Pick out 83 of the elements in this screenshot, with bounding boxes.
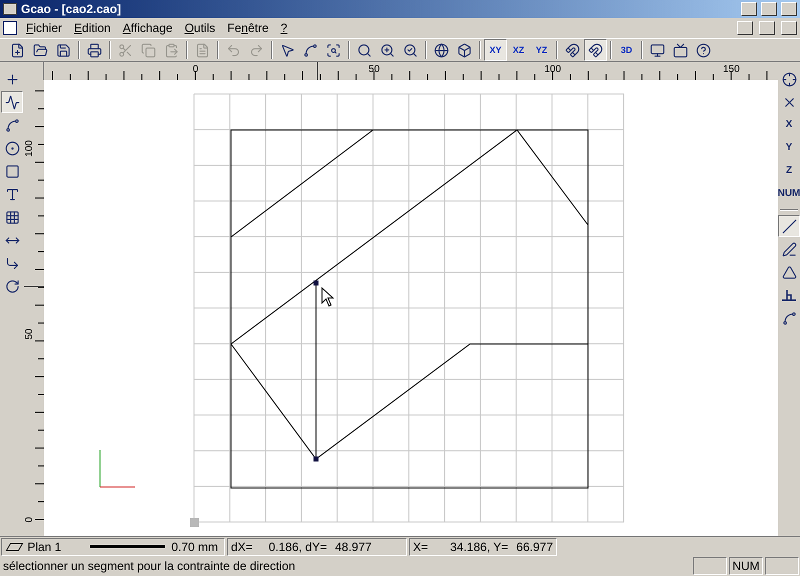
tool-button[interactable]: Z [778,160,800,182]
ruler-label: 0 [192,64,198,75]
cut-icon [118,42,133,58]
save-icon [56,42,71,58]
tool-button[interactable]: X [778,114,800,136]
status-pane [765,557,799,575]
ruler-label: 50 [24,328,35,340]
zoom-window-icon [326,42,341,58]
magnet-icon [588,42,603,58]
paste-icon [164,42,179,58]
status-message: sélectionner un segment pour la contrainte de direction [2,558,296,575]
status-pane [693,557,727,575]
help-icon [696,42,711,58]
origin-marker [190,518,199,527]
monitor-icon [650,42,665,58]
curve-icon [303,42,318,58]
undo-icon [226,42,241,58]
view-button[interactable]: YZ [530,39,553,61]
document-icon [3,21,17,35]
polyline-icon [4,94,20,110]
text-tool-icon [4,186,20,202]
tool-button[interactable]: Y [778,137,800,159]
readout-value: 0.186, dY= [268,538,327,556]
view-button[interactable]: XZ [507,39,530,61]
tangent-icon [782,310,796,326]
toolbar-button[interactable] [584,39,607,61]
close-button[interactable] [781,21,797,35]
selected-segment[interactable] [314,280,318,462]
open-folder-icon [33,42,48,58]
copy-icon [141,42,156,58]
rectangle-icon [4,164,20,178]
tool-button[interactable] [778,215,800,237]
new-file-icon [10,42,25,58]
zoom-select-icon [403,42,418,58]
document-icon [195,42,210,58]
circle-icon [4,140,20,156]
maximize-button[interactable] [761,2,777,16]
menu-item[interactable]: ? [278,19,290,37]
rotate-icon [4,278,20,294]
readout-label: dX= [231,538,254,556]
menu-item[interactable]: Fenêtre [224,19,272,37]
num-lock-indicator: NUM [729,557,763,575]
snap-point-icon [782,72,796,86]
perpendicular-base-icon [782,289,796,301]
minimize-button[interactable] [741,2,757,16]
minimize-button[interactable] [737,21,753,35]
cursor-icon [322,286,334,307]
readout-label: X= [413,538,430,556]
readout-value: 48.977 [335,538,372,556]
line-width: 0.70 mm [171,538,218,556]
menu-item[interactable]: Outils [182,19,218,37]
close-button[interactable] [781,2,797,16]
zoom-icon [357,42,372,58]
readout-value: 34.186, Y= [449,538,508,556]
ruler-label: 100 [24,140,35,157]
magnet-icon [565,42,580,58]
layer-icon [6,542,24,550]
globe-icon [434,42,449,58]
readout-value: 66.977 [516,538,553,556]
screen-icon [673,42,688,58]
app-icon [3,3,17,15]
cube-icon [457,42,472,58]
menu-item[interactable]: Fichier [23,19,66,37]
redo-icon [249,42,264,58]
axis-indicator [100,450,136,488]
view-button[interactable]: 3D [615,39,638,61]
layer-name: Plan 1 [27,538,62,556]
points-icon [4,72,20,86]
window-title: Gcao - [cao2.cao] [21,1,122,18]
view-button[interactable]: XY [484,39,507,61]
ruler-label: 100 [544,64,562,75]
menu-item[interactable]: Edition [71,19,114,37]
printer-icon [87,42,102,58]
pointer-icon [280,42,295,58]
ruler-label: 0 [24,516,35,522]
arc-icon [4,118,20,132]
ruler-label: 50 [368,64,380,75]
tool-button[interactable] [1,91,23,113]
tool-button[interactable]: NUM [778,183,800,205]
ruler-label: 150 [722,64,740,75]
zoom-in-icon [380,42,395,58]
menu-item[interactable]: Affichage [120,19,176,37]
restore-button[interactable] [759,21,775,35]
